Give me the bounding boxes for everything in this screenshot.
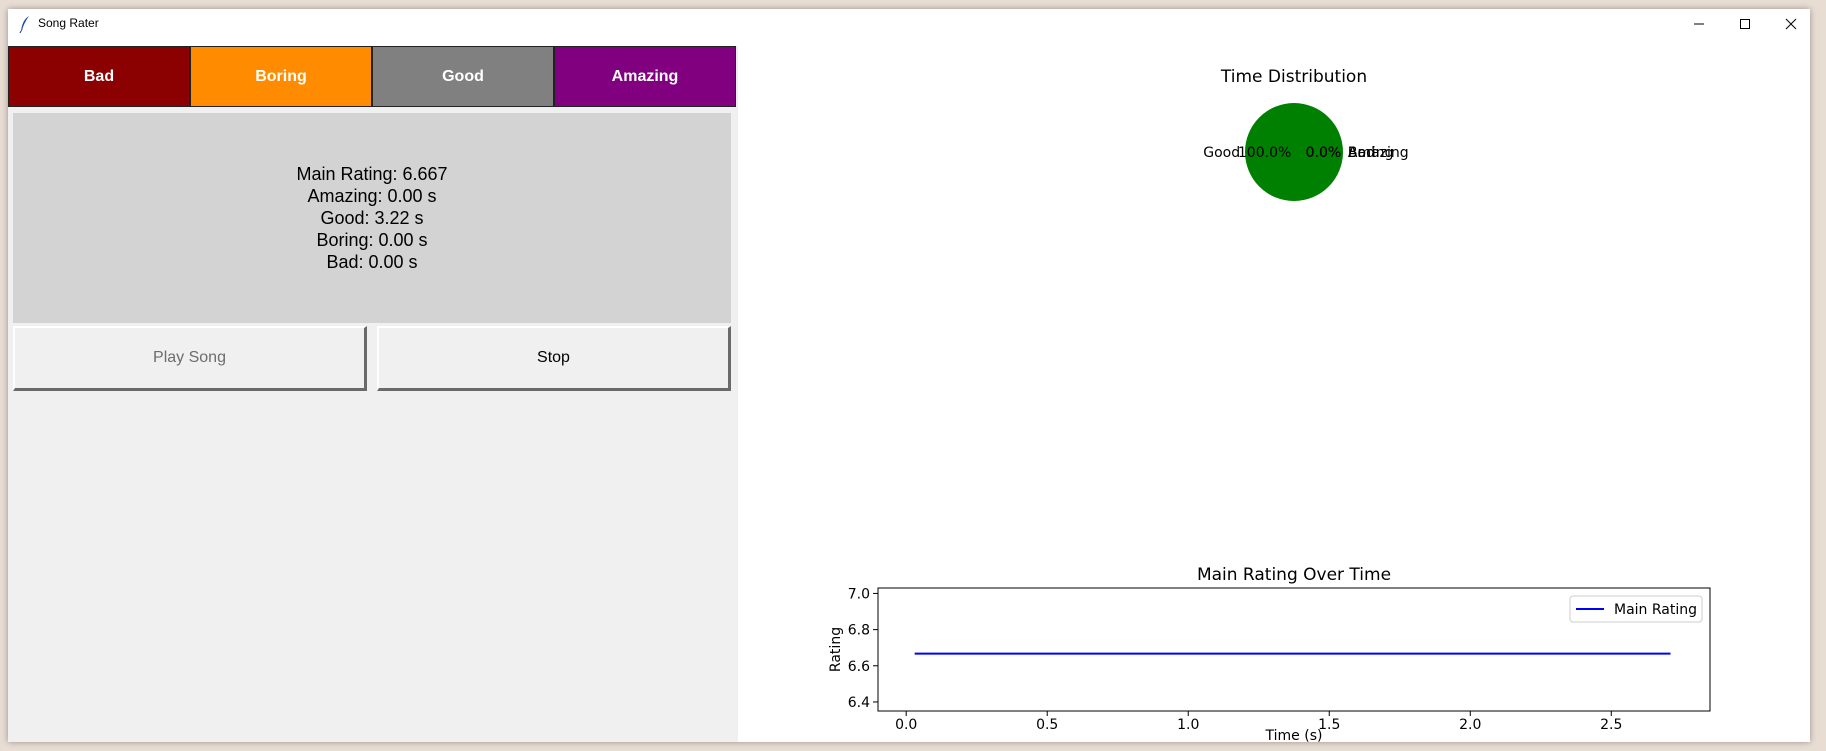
pie-label-amazing: Amazing: [1348, 145, 1409, 161]
minimize-icon: [1694, 23, 1704, 25]
pie-label-good: Good: [1203, 145, 1240, 161]
x-tick-label: 0.0: [895, 717, 917, 733]
pie-chart-title: Time Distribution: [1220, 67, 1367, 87]
main-rating-text: Main Rating: 6.667: [296, 164, 448, 184]
y-tick-label: 6.6: [848, 659, 870, 675]
feather-icon: [19, 16, 29, 33]
bad-button-label: Bad: [83, 67, 115, 85]
y-axis-label: Rating: [828, 627, 844, 672]
app-window: Song Rater Bad Boring Good Amazing Main …: [8, 9, 1810, 742]
amazing-time-text: Amazing: 0.00 s: [307, 186, 437, 206]
amazing-button[interactable]: Amazing: [554, 46, 736, 107]
x-tick-label: 2.5: [1600, 717, 1622, 733]
title-bar: Song Rater: [8, 9, 1810, 39]
y-tick-label: 7.0: [848, 586, 870, 602]
x-tick-label: 2.0: [1459, 717, 1481, 733]
maximize-button[interactable]: [1722, 9, 1768, 39]
left-pane: Bad Boring Good Amazing Main Rating: 6.6…: [8, 46, 738, 742]
good-button-label: Good: [442, 67, 484, 85]
minimize-button[interactable]: [1676, 9, 1722, 39]
amazing-button-label: Amazing: [611, 67, 679, 85]
boring-button[interactable]: Boring: [190, 46, 372, 107]
close-icon: [1785, 18, 1797, 30]
y-tick-label: 6.8: [848, 623, 870, 639]
x-axis-label: Time (s): [1265, 728, 1323, 742]
good-time-text: Good: 3.22 s: [320, 208, 424, 228]
pie-pct-amazing: 0.0%: [1306, 145, 1342, 161]
stop-button[interactable]: Stop: [377, 326, 731, 391]
bad-button[interactable]: Bad: [8, 46, 190, 107]
x-tick-label: 1.0: [1177, 717, 1199, 733]
play-song-label: Play Song: [153, 349, 226, 366]
close-button[interactable]: [1768, 9, 1810, 39]
x-tick-label: 0.5: [1036, 717, 1058, 733]
charts-canvas: Time DistributionGood100.0% Bad0.0% Boring…: [828, 67, 1711, 742]
good-button[interactable]: Good: [372, 46, 554, 107]
play-song-button[interactable]: Play Song: [13, 326, 367, 391]
legend-label: Main Rating: [1614, 602, 1697, 618]
maximize-icon: [1740, 19, 1750, 29]
y-tick-label: 6.4: [848, 695, 870, 711]
bad-time-text: Bad: 0.00 s: [326, 252, 418, 272]
charts-pane: Time Distribution Good 100.0% Bad 0.0% Boring…: [738, 46, 1810, 742]
boring-time-text: Boring: 0.00 s: [316, 230, 428, 250]
pie-pct-good: 100.0%: [1238, 145, 1291, 161]
stop-label: Stop: [537, 349, 570, 366]
boring-button-label: Boring: [255, 67, 307, 85]
stats-panel: Main Rating: 6.667 Amazing: 0.00 s Good:…: [13, 113, 731, 323]
window-title: Song Rater: [38, 16, 99, 30]
line-chart-title: Main Rating Over Time: [1197, 565, 1391, 585]
